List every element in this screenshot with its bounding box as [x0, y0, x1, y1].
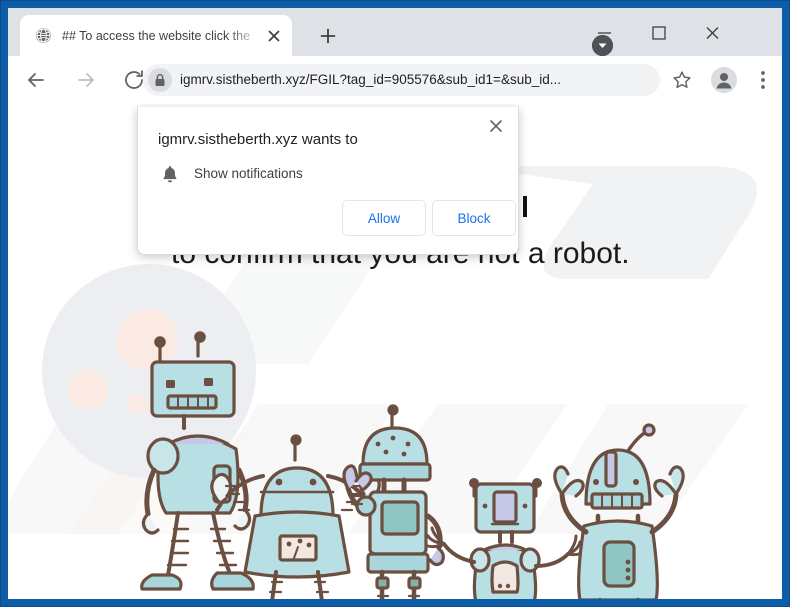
arrow-right-icon [74, 68, 98, 92]
person-avatar-icon[interactable] [711, 67, 737, 93]
address-bar-url: igmrv.sistheberth.xyz/FGIL?tag_id=905576… [180, 72, 561, 87]
tab-title: ## To access the website click the [62, 29, 251, 43]
dialog-title: igmrv.sistheberth.xyz wants to [158, 131, 358, 148]
globe-icon [35, 27, 52, 44]
allow-button[interactable]: Allow [342, 200, 426, 236]
block-button[interactable]: Block [432, 200, 516, 236]
window-maximize-button[interactable] [636, 18, 681, 47]
tab-strip: ## To access the website click the [8, 8, 782, 56]
arrow-left-icon[interactable] [24, 68, 48, 92]
page-viewport: to confirm that you are not a robot. [8, 104, 782, 599]
lock-icon[interactable] [148, 68, 172, 92]
notification-permission-dialog[interactable]: igmrv.sistheberth.xyz wants to Show noti… [137, 107, 519, 255]
tab-close-icon[interactable] [265, 27, 283, 45]
star-icon[interactable] [671, 69, 693, 91]
permission-label: Show notifications [194, 166, 303, 181]
window-minimize-button[interactable] [582, 18, 627, 47]
screenshot-frame: ## To access the website click the igmrv… [0, 0, 790, 607]
browser-toolbar: igmrv.sistheberth.xyz/FGIL?tag_id=905576… [8, 56, 782, 104]
browser-window: ## To access the website click the igmrv… [8, 8, 782, 599]
bell-icon [160, 164, 180, 184]
window-close-button[interactable] [690, 18, 735, 47]
three-dot-menu-icon[interactable] [753, 69, 773, 91]
new-tab-button[interactable] [318, 26, 338, 46]
close-icon[interactable] [486, 116, 506, 136]
browser-tab[interactable]: ## To access the website click the [20, 15, 292, 56]
address-bar[interactable]: igmrv.sistheberth.xyz/FGIL?tag_id=905576… [143, 64, 660, 96]
